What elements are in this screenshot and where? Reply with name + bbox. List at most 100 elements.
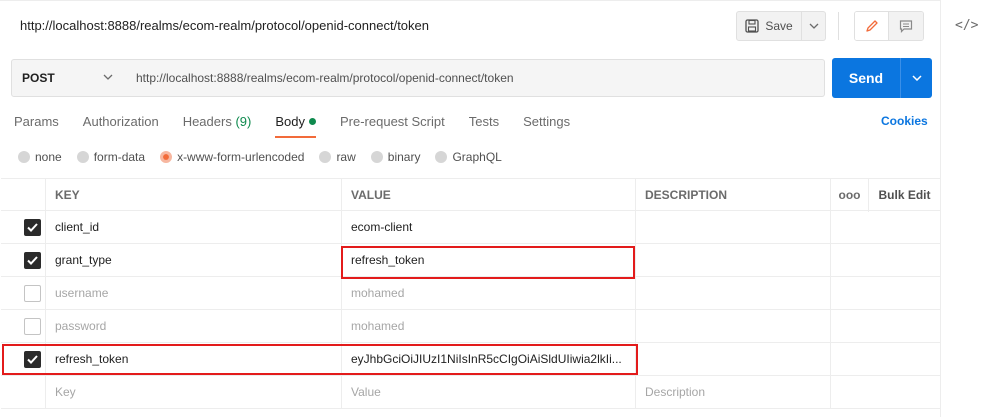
tab-body[interactable]: Body <box>275 114 316 138</box>
tab-params[interactable]: Params <box>14 114 59 136</box>
table-row: grant_type refresh_token <box>1 244 940 277</box>
checkbox-cell <box>1 343 46 376</box>
value-column-header: VALUE <box>342 179 636 212</box>
description-cell[interactable] <box>636 310 831 343</box>
radio-label: form-data <box>93 150 146 164</box>
save-group: Save <box>736 11 826 41</box>
body-type-form-data[interactable]: form-data <box>76 150 146 164</box>
description-cell[interactable] <box>636 343 831 376</box>
checkbox-cell <box>1 310 46 343</box>
description-cell[interactable] <box>636 277 831 310</box>
top-border <box>0 0 940 1</box>
value-input-placeholder[interactable]: Value <box>342 376 636 409</box>
body-type-urlencoded[interactable]: x-www-form-urlencoded <box>160 150 304 164</box>
table-row: refresh_token eyJhbGciOiJIUzI1NiIsInR5cC… <box>1 343 940 376</box>
method-label: POST <box>22 71 55 85</box>
request-panel: http://localhost:8888/realms/ecom-realm/… <box>0 0 940 417</box>
body-active-dot <box>308 118 316 125</box>
description-cell[interactable] <box>636 211 831 244</box>
more-options-button[interactable]: ooo <box>831 179 869 212</box>
check-icon <box>27 223 38 232</box>
url-input[interactable]: http://localhost:8888/realms/ecom-realm/… <box>125 59 825 97</box>
request-title: http://localhost:8888/realms/ecom-realm/… <box>20 18 429 33</box>
checkbox-cell <box>1 376 46 409</box>
checkbox-column-header <box>1 179 46 212</box>
value-cell[interactable]: ecom-client <box>342 211 636 244</box>
cookies-link[interactable]: Cookies <box>881 114 928 128</box>
tab-label: Tests <box>468 114 500 129</box>
tab-headers[interactable]: Headers (9) <box>183 114 252 136</box>
toolbar-divider <box>838 12 839 40</box>
radio-selected-icon <box>160 151 173 163</box>
description-cell[interactable] <box>636 244 831 277</box>
check-icon <box>27 355 38 364</box>
key-input-placeholder[interactable]: Key <box>46 376 342 409</box>
send-dropdown-button[interactable] <box>900 58 932 98</box>
tab-label: Settings <box>523 114 571 129</box>
row-checkbox[interactable] <box>24 351 41 368</box>
row-checkbox[interactable] <box>24 285 41 302</box>
radio-label: x-www-form-urlencoded <box>177 150 305 164</box>
value-cell[interactable]: eyJhbGciOiJIUzI1NiIsInR5cCIgOiAiSldUIiwi… <box>342 343 636 376</box>
table-header-row: KEY VALUE DESCRIPTION ooo Bulk Edit <box>1 178 940 212</box>
tab-label: Authorization <box>82 114 159 129</box>
body-type-selector: none form-data x-www-form-urlencoded raw… <box>18 150 517 164</box>
row-checkbox[interactable] <box>24 219 41 236</box>
key-cell[interactable]: client_id <box>46 211 342 244</box>
send-button[interactable]: Send <box>832 58 900 98</box>
tab-label: Pre-request Script <box>339 114 445 129</box>
save-button[interactable]: Save <box>736 11 802 41</box>
comment-mode-button[interactable] <box>889 12 923 40</box>
body-type-binary[interactable]: binary <box>370 150 421 164</box>
radio-icon <box>18 151 30 163</box>
right-sidebar: </> <box>940 0 987 417</box>
key-cell[interactable]: grant_type <box>46 244 342 277</box>
params-table: KEY VALUE DESCRIPTION ooo Bulk Edit clie… <box>1 178 940 409</box>
radio-label: none <box>35 150 62 164</box>
radio-icon <box>435 151 448 163</box>
key-cell[interactable]: username <box>46 277 342 310</box>
checkbox-cell <box>1 244 46 277</box>
tab-authorization[interactable]: Authorization <box>83 114 159 136</box>
comment-icon <box>899 20 913 33</box>
body-type-none[interactable]: none <box>18 150 62 164</box>
row-checkbox[interactable] <box>24 252 41 269</box>
description-input-placeholder[interactable]: Description <box>636 376 831 409</box>
key-cell[interactable]: password <box>46 310 342 343</box>
headers-count: (9) <box>235 114 252 129</box>
row-checkbox[interactable] <box>24 318 41 335</box>
value-cell[interactable]: mohamed <box>342 310 636 343</box>
view-mode-toggle <box>854 11 924 41</box>
tab-settings[interactable]: Settings <box>523 114 570 136</box>
radio-label: raw <box>336 150 356 164</box>
radio-label: binary <box>387 150 421 164</box>
send-group: Send <box>832 58 932 98</box>
body-type-raw[interactable]: raw <box>319 150 356 164</box>
tab-tests[interactable]: Tests <box>469 114 499 136</box>
tab-pre-request-script[interactable]: Pre-request Script <box>340 114 445 136</box>
bulk-edit-button[interactable]: Bulk Edit <box>869 179 940 212</box>
checkbox-cell <box>1 211 46 244</box>
table-row: client_id ecom-client <box>1 211 940 244</box>
chevron-down-icon <box>103 74 113 80</box>
checkbox-cell <box>1 277 46 310</box>
description-column-header: DESCRIPTION <box>636 179 831 212</box>
table-row: username mohamed <box>1 277 940 310</box>
save-icon <box>745 19 759 33</box>
check-icon <box>27 256 38 265</box>
tab-label: Params <box>14 114 59 129</box>
radio-label: GraphQL <box>452 150 502 164</box>
save-dropdown-button[interactable] <box>802 11 826 41</box>
radio-icon <box>319 151 332 163</box>
key-cell[interactable]: refresh_token <box>46 343 342 376</box>
request-tabs: Params Authorization Headers (9) Body Pr… <box>14 114 594 138</box>
code-snippet-icon[interactable]: </> <box>955 16 978 36</box>
chevron-down-icon <box>809 23 818 29</box>
value-cell[interactable]: refresh_token <box>342 244 636 277</box>
edit-mode-button[interactable] <box>855 12 889 40</box>
table-row: password mohamed <box>1 310 940 343</box>
method-select[interactable]: POST <box>11 59 126 97</box>
body-type-graphql[interactable]: GraphQL <box>435 150 502 164</box>
value-cell[interactable]: mohamed <box>342 277 636 310</box>
chevron-down-icon <box>911 75 922 81</box>
